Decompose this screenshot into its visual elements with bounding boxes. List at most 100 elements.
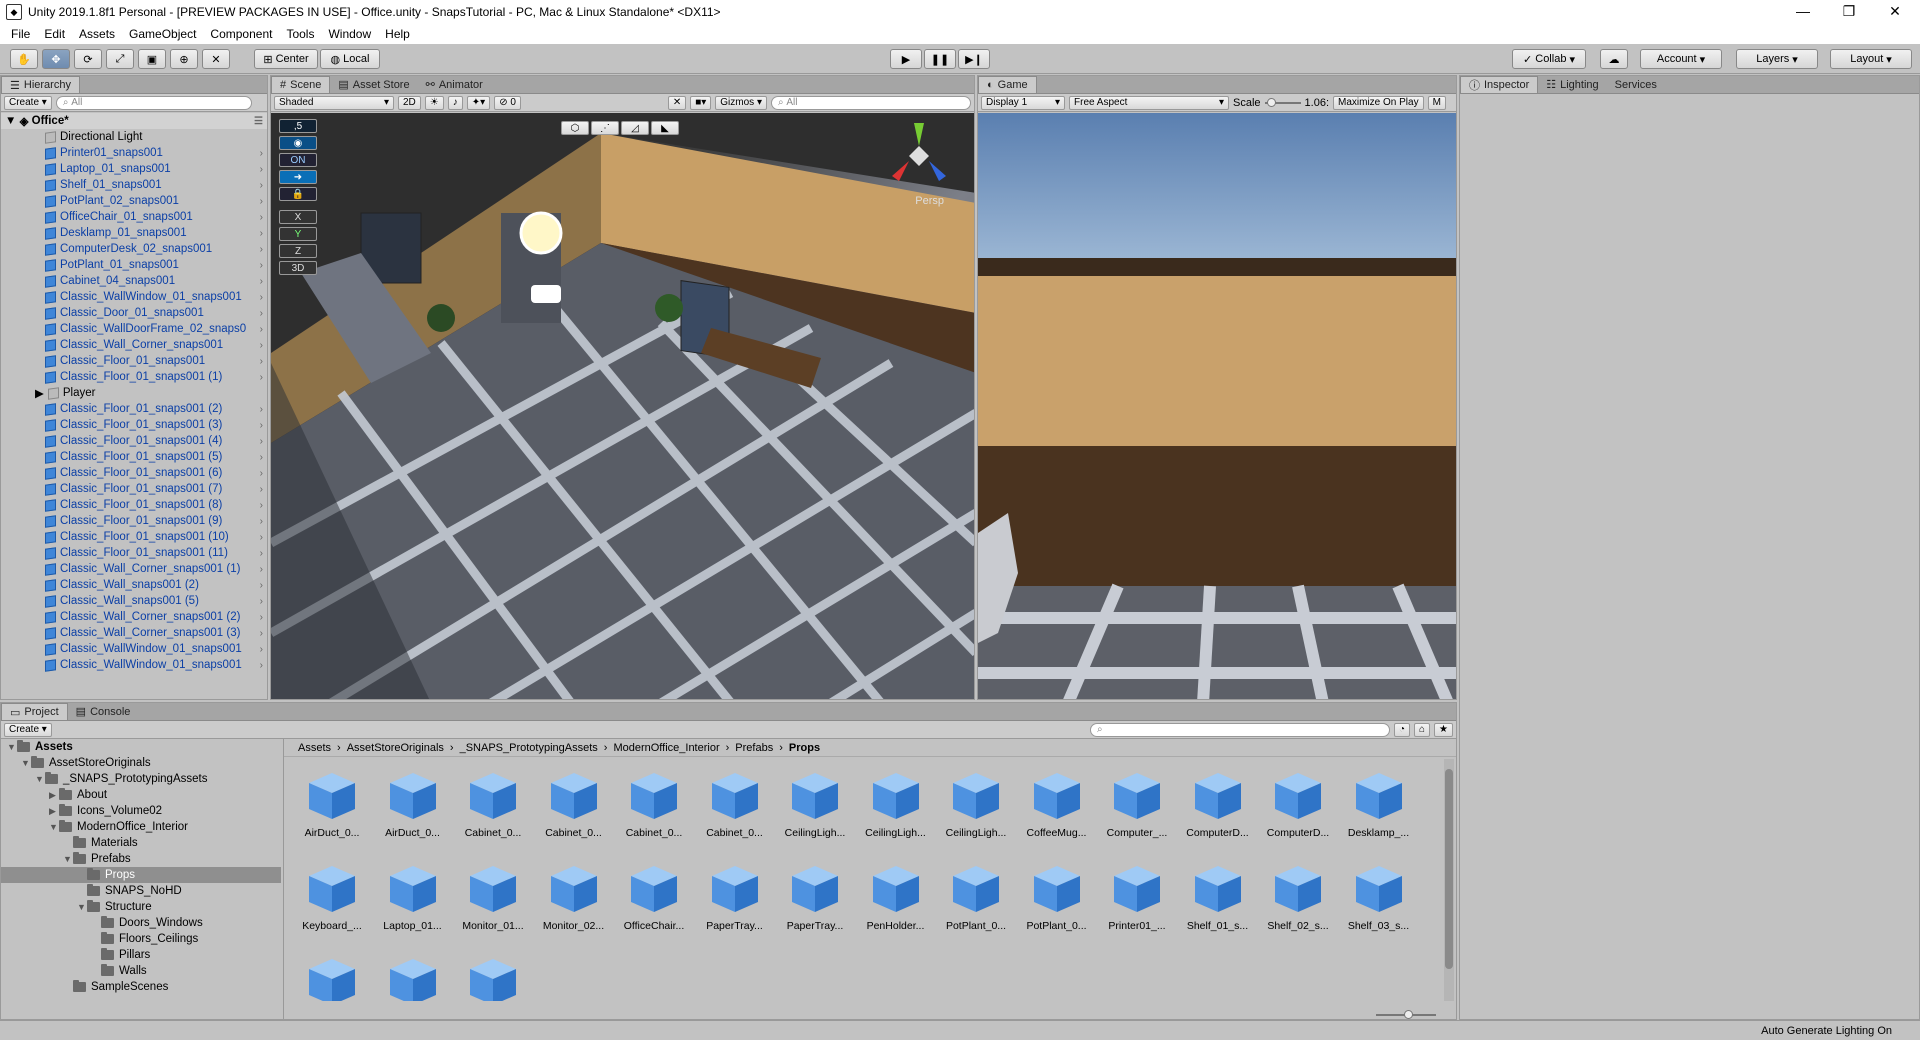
chevron-right-icon[interactable]: › <box>260 228 263 239</box>
prefab-asset[interactable]: PaperTray... <box>775 862 855 932</box>
audio-toggle[interactable]: ♪ <box>447 95 463 110</box>
prefab-asset[interactable]: OfficeChair... <box>614 862 694 932</box>
breadcrumb-item[interactable]: _SNAPS_PrototypingAssets <box>460 742 598 754</box>
chevron-right-icon[interactable]: › <box>260 180 263 191</box>
chevron-right-icon[interactable]: › <box>260 372 263 383</box>
snap-value[interactable]: ,5 <box>279 119 317 133</box>
prefab-asset[interactable] <box>453 955 533 1001</box>
gizmos-dropdown[interactable]: Gizmos ▾ <box>715 95 767 110</box>
folder-tree-row[interactable]: Doors_Windows <box>1 915 281 931</box>
hierarchy-row[interactable]: Classic_Door_01_snaps001 › <box>1 305 267 321</box>
project-search-input[interactable]: ⌕ <box>1089 722 1390 737</box>
menu-component[interactable]: Component <box>203 27 279 41</box>
chevron-right-icon[interactable]: › <box>260 340 263 351</box>
chevron-right-icon[interactable]: › <box>260 324 263 335</box>
hierarchy-row[interactable]: Directional Light <box>1 129 267 145</box>
pivot-center-button[interactable]: ⊞ Center <box>254 49 318 69</box>
tab-hierarchy[interactable]: ☰ Hierarchy <box>1 76 80 93</box>
orientation-gizmo[interactable] <box>884 121 954 191</box>
account-dropdown[interactable]: Account ▾ <box>1640 49 1722 69</box>
cloud-button[interactable]: ☁ <box>1600 49 1628 69</box>
prefab-asset[interactable]: PenHolder... <box>856 862 936 932</box>
prefab-asset[interactable]: Shelf_01_s... <box>1178 862 1258 932</box>
step-button[interactable]: ▶❙ <box>958 49 990 69</box>
prefab-asset[interactable]: Cabinet_0... <box>695 769 775 839</box>
folder-tree-row[interactable]: ▼ Structure <box>1 899 281 915</box>
hierarchy-row[interactable]: Printer01_snaps001 › <box>1 145 267 161</box>
menu-assets[interactable]: Assets <box>72 27 122 41</box>
expand-arrow-icon[interactable]: ▼ <box>7 742 17 752</box>
hierarchy-row[interactable]: Classic_Floor_01_snaps001 › <box>1 353 267 369</box>
expand-arrow-icon[interactable]: ▼ <box>49 822 59 832</box>
chevron-right-icon[interactable]: › <box>260 404 263 415</box>
hierarchy-search-input[interactable]: ⌕ All <box>55 95 252 110</box>
snap-on-toggle[interactable]: ON <box>279 153 317 167</box>
hierarchy-row[interactable]: Classic_Floor_01_snaps001 (4) › <box>1 433 267 449</box>
hierarchy-row[interactable]: Classic_Wall_snaps001 (2) › <box>1 577 267 593</box>
camera-dropdown[interactable]: ■ ▾ <box>690 95 712 110</box>
visibility-snap-toggle[interactable]: ◉ <box>279 136 317 150</box>
axis-x-toggle[interactable]: X <box>279 210 317 224</box>
minimize-button[interactable]: — <box>1780 0 1826 24</box>
project-create-button[interactable]: Create ▾ <box>4 722 52 737</box>
layout-dropdown[interactable]: Layout ▾ <box>1830 49 1912 69</box>
breadcrumb-item[interactable]: AssetStoreOriginals <box>347 742 444 754</box>
menu-gameobject[interactable]: GameObject <box>122 27 203 41</box>
scene-viewport[interactable]: ,5 ◉ ON ➜ 🔒 X Y Z 3D ⬡ ⋰ ◿ ◣ Persp <box>271 113 974 699</box>
tab-project[interactable]: ▭ Project <box>1 703 68 720</box>
hierarchy-row[interactable]: Classic_Floor_01_snaps001 (1) › <box>1 369 267 385</box>
transform-tool-button[interactable]: ⊕ <box>170 49 198 69</box>
prefab-asset[interactable]: CeilingLigh... <box>856 769 936 839</box>
expand-arrow-icon[interactable]: ▼ <box>63 854 73 864</box>
expand-arrow-icon[interactable]: ▼ <box>77 902 87 912</box>
prefab-asset[interactable]: CeilingLigh... <box>936 769 1016 839</box>
folder-tree-row[interactable]: ▼ Assets <box>1 739 281 755</box>
tab-asset-store[interactable]: ▤ Asset Store <box>330 76 417 93</box>
folder-tree-row[interactable]: Props <box>1 867 281 883</box>
folder-tree-row[interactable]: ▼ _SNAPS_PrototypingAssets <box>1 771 281 787</box>
scene-search-input[interactable]: ⌕ All <box>771 95 971 110</box>
chevron-right-icon[interactable]: › <box>260 484 263 495</box>
chevron-right-icon[interactable]: › <box>260 308 263 319</box>
menu-edit[interactable]: Edit <box>37 27 72 41</box>
chevron-right-icon[interactable]: › <box>260 420 263 431</box>
prefab-asset[interactable]: Keyboard_... <box>292 862 372 932</box>
folder-tree-row[interactable]: Floors_Ceilings <box>1 931 281 947</box>
chevron-right-icon[interactable]: › <box>260 548 263 559</box>
play-button[interactable]: ▶ <box>890 49 922 69</box>
prefab-asset[interactable]: Shelf_02_s... <box>1258 862 1338 932</box>
display-dropdown[interactable]: Display 1 ▾ <box>981 95 1065 110</box>
hierarchy-row[interactable]: Classic_Wall_snaps001 (5) › <box>1 593 267 609</box>
prefab-asset[interactable]: Shelf_03_s... <box>1339 862 1419 932</box>
chevron-right-icon[interactable]: › <box>260 452 263 463</box>
chevron-right-icon[interactable]: › <box>260 580 263 591</box>
scale-slider-thumb[interactable] <box>1266 97 1276 107</box>
menu-tools[interactable]: Tools <box>279 27 321 41</box>
axis-y-toggle[interactable]: Y <box>279 227 317 241</box>
hierarchy-row[interactable]: Classic_Wall_Corner_snaps001 (2) › <box>1 609 267 625</box>
prefab-asset[interactable]: ComputerD... <box>1258 769 1338 839</box>
hierarchy-row[interactable]: Classic_Floor_01_snaps001 (8) › <box>1 497 267 513</box>
breadcrumb-current[interactable]: Props <box>789 742 820 754</box>
chevron-right-icon[interactable]: › <box>260 564 263 575</box>
hierarchy-row[interactable]: Classic_WallDoorFrame_02_snaps0 › <box>1 321 267 337</box>
folder-tree-row[interactable]: ▶ About <box>1 787 281 803</box>
chevron-right-icon[interactable]: › <box>260 660 263 671</box>
expand-arrow-icon[interactable]: ▶ <box>49 790 59 801</box>
menu-help[interactable]: Help <box>378 27 417 41</box>
chevron-right-icon[interactable]: › <box>260 516 263 527</box>
prefab-asset[interactable]: Printer01_... <box>1097 862 1177 932</box>
chevron-right-icon[interactable]: › <box>260 468 263 479</box>
chevron-right-icon[interactable]: › <box>260 276 263 287</box>
prefab-asset[interactable]: AirDuct_0... <box>373 769 453 839</box>
game-viewport[interactable] <box>978 113 1456 699</box>
tab-lighting[interactable]: ☷ Lighting <box>1538 76 1606 93</box>
filter-label-button[interactable]: ⌂ <box>1413 722 1431 737</box>
chevron-right-icon[interactable]: › <box>260 596 263 607</box>
prefab-asset[interactable]: PaperTray... <box>695 862 775 932</box>
close-button[interactable]: ✕ <box>1872 0 1918 24</box>
chevron-right-icon[interactable]: › <box>260 244 263 255</box>
vertex-mode-button[interactable]: ⋰ <box>591 121 619 135</box>
hierarchy-row[interactable]: Classic_WallWindow_01_snaps001 › <box>1 657 267 673</box>
hierarchy-row[interactable]: Classic_Floor_01_snaps001 (3) › <box>1 417 267 433</box>
